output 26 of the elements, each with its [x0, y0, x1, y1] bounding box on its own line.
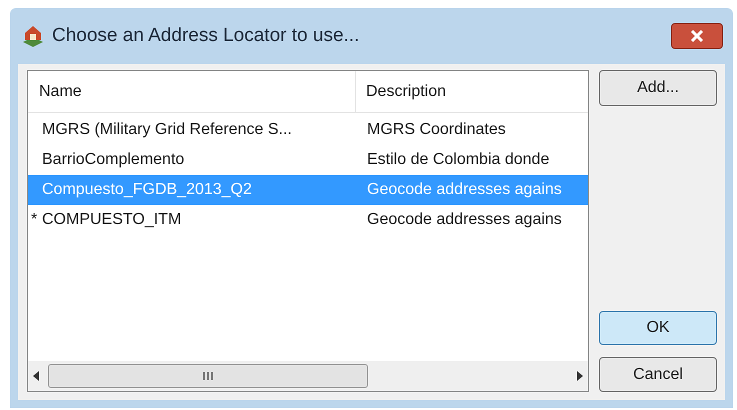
scroll-right-icon [576, 371, 584, 381]
column-header[interactable]: Description [356, 71, 588, 112]
grip-icon [203, 372, 213, 380]
locator-description: Geocode addresses agains [366, 210, 562, 230]
locator-description: Estilo de Colombia donde [366, 150, 550, 170]
scroll-left-icon [32, 371, 40, 381]
cancel-button[interactable]: Cancel [599, 357, 717, 392]
add-button[interactable]: Add... [599, 70, 717, 106]
locator-name: COMPUESTO_ITM [41, 210, 182, 230]
locator-name: BarrioComplemento [41, 150, 186, 170]
close-icon [690, 30, 704, 42]
list-row[interactable]: BarrioComplemento Estilo de Colombia donde [28, 145, 588, 175]
locator-description: Geocode addresses agains [366, 180, 562, 200]
default-marker: * [31, 211, 38, 228]
close-button[interactable] [671, 23, 723, 49]
scrollbar-thumb[interactable] [48, 364, 368, 388]
locator-description: MGRS Coordinates [366, 120, 506, 140]
house-icon [22, 24, 44, 48]
column-header[interactable]: Name [28, 71, 356, 112]
ok-button[interactable]: OK [599, 311, 717, 345]
horizontal-scrollbar[interactable] [28, 361, 588, 391]
list-row[interactable]: * COMPUESTO_ITM Geocode addresses agains [28, 205, 588, 235]
locator-name: Compuesto_FGDB_2013_Q2 [41, 180, 253, 200]
window-title: Choose an Address Locator to use... [52, 24, 360, 48]
list-row[interactable]: MGRS (Military Grid Reference S... MGRS Coordinates [28, 115, 588, 145]
locator-name: MGRS (Military Grid Reference S... [41, 120, 293, 140]
